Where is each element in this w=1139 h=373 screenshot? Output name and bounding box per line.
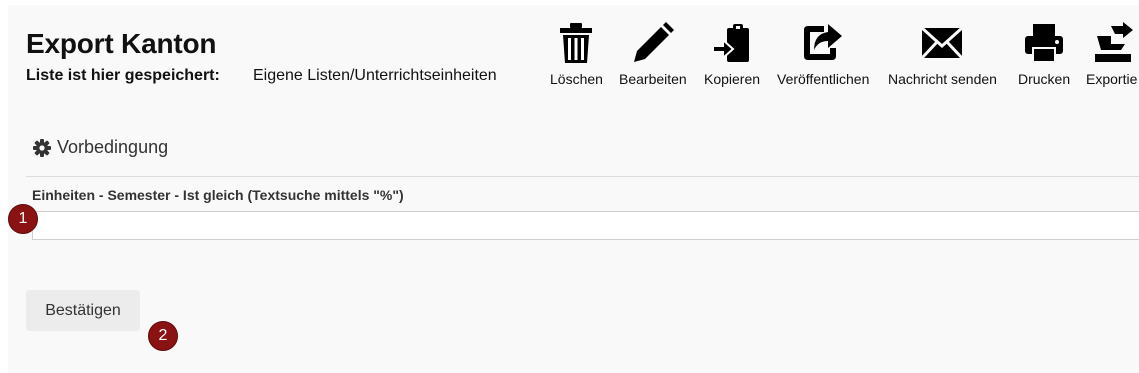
precondition-heading[interactable]: Vorbedingung: [33, 137, 168, 158]
trash-icon: [559, 20, 593, 66]
printer-icon: [1023, 20, 1065, 66]
copy-button[interactable]: Kopieren: [704, 20, 760, 87]
delete-label: Löschen: [550, 71, 603, 87]
pencil-icon: [632, 20, 674, 66]
section-divider: [26, 176, 1139, 177]
export-label: Exportie: [1086, 71, 1138, 87]
export-icon: [1091, 20, 1133, 66]
print-label: Drucken: [1018, 71, 1071, 87]
semester-filter-label: Einheiten - Semester - Ist gleich (Texts…: [32, 187, 404, 203]
step-marker-2: 2: [148, 321, 178, 351]
edit-button[interactable]: Bearbeiten: [619, 20, 687, 87]
saved-location-value: Eigene Listen/Unterrichtseinheiten: [253, 67, 497, 84]
publish-button[interactable]: Veröffentlichen: [777, 20, 869, 87]
print-button[interactable]: Drucken: [1018, 20, 1070, 87]
send-message-label: Nachricht senden: [888, 71, 997, 87]
edit-label: Bearbeiten: [619, 71, 687, 87]
semester-filter-input[interactable]: [32, 211, 1139, 240]
gear-icon: [33, 138, 51, 157]
envelope-icon: [921, 20, 964, 66]
share-icon: [802, 20, 844, 66]
copy-label: Kopieren: [704, 71, 761, 87]
delete-button[interactable]: Löschen: [550, 20, 603, 87]
page-title: Export Kanton: [26, 28, 217, 59]
publish-label: Veröffentlichen: [777, 71, 870, 87]
send-message-button[interactable]: Nachricht senden: [888, 20, 997, 87]
precondition-label: Vorbedingung: [57, 137, 169, 157]
clipboard-copy-icon: [711, 20, 753, 66]
step-marker-1: 1: [8, 204, 38, 234]
confirm-button[interactable]: Bestätigen: [26, 290, 140, 331]
saved-location-label: Liste ist hier gespeichert:: [26, 67, 220, 84]
export-button[interactable]: Exportie: [1086, 20, 1137, 87]
